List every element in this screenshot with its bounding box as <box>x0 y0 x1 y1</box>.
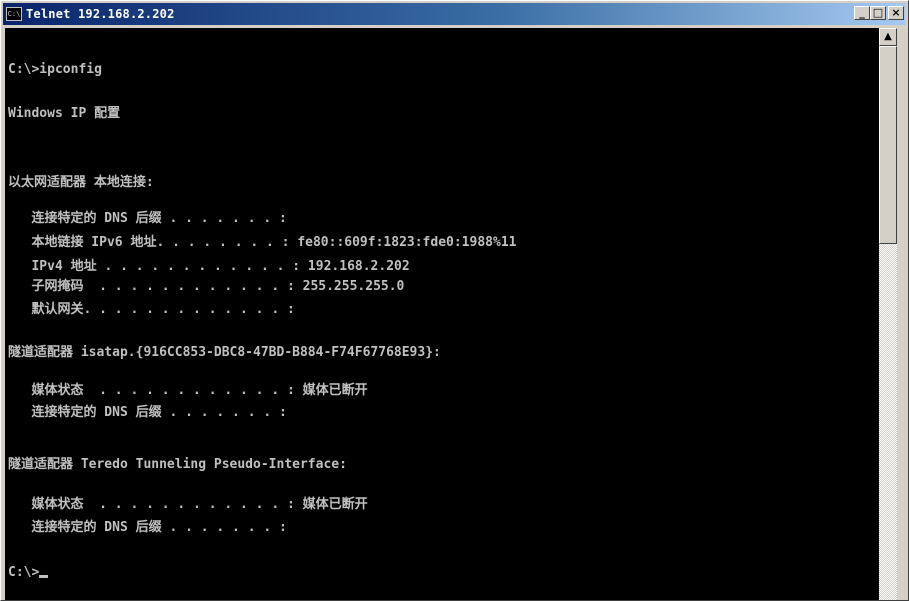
close-button[interactable]: × <box>888 6 904 20</box>
minimize-button[interactable]: _ <box>854 6 870 20</box>
console-line: 子网掩码 . . . . . . . . . . . . : 255.255.2… <box>8 279 405 294</box>
command-prompt: C:\> <box>8 565 40 580</box>
scroll-up-button[interactable]: ▲ <box>879 28 897 46</box>
maximize-icon: □ <box>872 6 884 19</box>
title-bar-buttons: _ □ × <box>854 6 904 20</box>
console-line: C:\>ipconfig <box>8 62 102 77</box>
title-bar[interactable]: C:\ Telnet 192.168.2.202 _ □ × <box>3 3 906 25</box>
console-line: 媒体状态 . . . . . . . . . . . . : 媒体已断开 <box>8 497 368 512</box>
console-output-area[interactable]: C:\>ipconfig Windows IP 配置 以太网适配器 本地连接: … <box>5 28 879 600</box>
console-line: 媒体状态 . . . . . . . . . . . . : 媒体已断开 <box>8 383 368 398</box>
console-line: IPv4 地址 . . . . . . . . . . . . : 192.16… <box>8 259 410 274</box>
text-cursor <box>39 575 49 578</box>
console-line: 连接特定的 DNS 后缀 . . . . . . . : <box>8 520 287 535</box>
prompt-line[interactable]: C:\> <box>8 564 49 581</box>
console-app-icon[interactable]: C:\ <box>6 7 22 21</box>
close-icon: × <box>891 6 901 19</box>
minimize-icon: _ <box>859 6 865 19</box>
window-title: Telnet 192.168.2.202 <box>26 7 175 21</box>
scrollbar-thumb[interactable] <box>879 46 897 244</box>
maximize-button[interactable]: □ <box>870 6 886 20</box>
console-line: 连接特定的 DNS 后缀 . . . . . . . : <box>8 405 287 420</box>
console-line: 连接特定的 DNS 后缀 . . . . . . . : <box>8 211 287 226</box>
console-line: 本地链接 IPv6 地址. . . . . . . . : fe80::609f… <box>8 235 517 250</box>
console-line: 以太网适配器 本地连接: <box>8 175 154 190</box>
scroll-up-arrow-icon: ▲ <box>884 31 892 42</box>
console-line: 隧道适配器 Teredo Tunneling Pseudo-Interface: <box>8 457 347 472</box>
console-line: Windows IP 配置 <box>8 106 121 121</box>
console-line: 隧道适配器 isatap.{916CC853-DBC8-47BD-B884-F7… <box>8 345 441 360</box>
console-line: 默认网关. . . . . . . . . . . . . : <box>8 302 295 317</box>
vertical-scrollbar[interactable]: ▲ <box>879 28 897 600</box>
telnet-window: C:\ Telnet 192.168.2.202 _ □ × C:\>ipcon… <box>0 0 909 601</box>
